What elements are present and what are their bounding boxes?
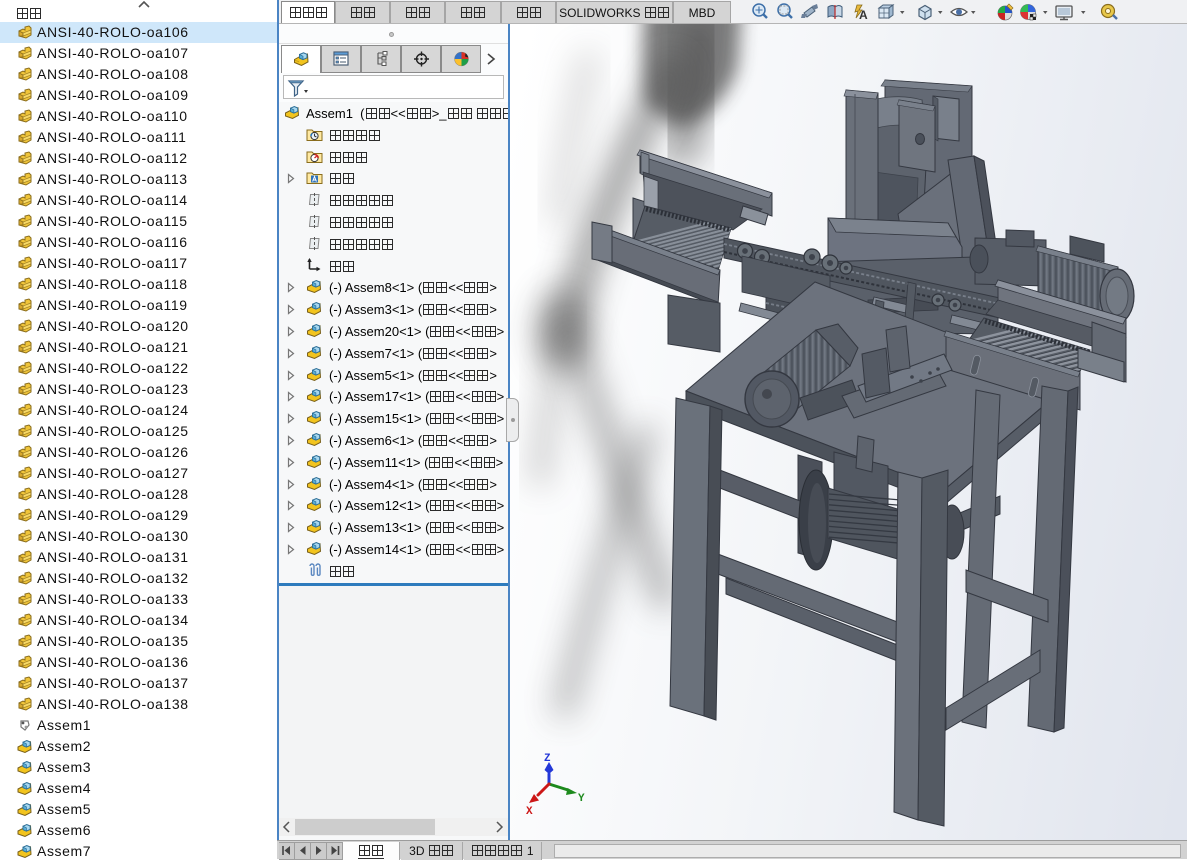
svg-text:Y: Y (578, 793, 585, 805)
svg-text:X: X (526, 806, 533, 818)
svg-text:Z: Z (544, 753, 551, 765)
svg-text:A: A (859, 8, 868, 22)
